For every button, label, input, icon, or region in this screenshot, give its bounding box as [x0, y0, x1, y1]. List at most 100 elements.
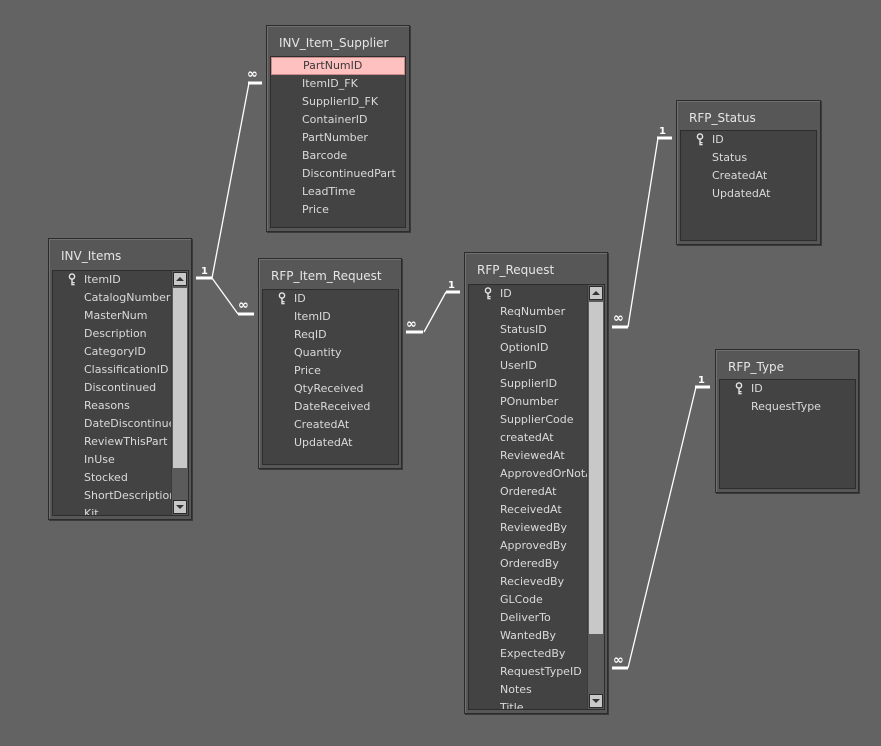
field-item-primary-key[interactable]: ItemID [53, 271, 172, 289]
scroll-up-button[interactable] [589, 286, 603, 300]
field-item[interactable]: StatusID [469, 321, 588, 339]
field-item[interactable]: ReviewedBy [469, 519, 588, 537]
field-list[interactable]: ItemID CatalogNumber MasterNum Descripti… [52, 270, 189, 516]
field-item[interactable]: ContainerID [271, 111, 405, 129]
field-item[interactable]: Title [469, 699, 588, 709]
field-item[interactable]: OptionID [469, 339, 588, 357]
field-list[interactable]: ID Status CreatedAt UpdatedAt [680, 130, 817, 241]
field-item[interactable]: UpdatedAt [263, 434, 398, 452]
table-rfp-status[interactable]: RFP_Status ID Status CreatedAt UpdatedAt [676, 100, 821, 245]
table-title[interactable]: RFP_Type [728, 360, 784, 374]
field-item-primary-key[interactable]: ID [263, 290, 398, 308]
field-item[interactable]: ApprovedOrNotAt [469, 465, 588, 483]
field-item[interactable]: Discontinued [53, 379, 172, 397]
scroll-up-button[interactable] [173, 272, 187, 286]
field-item[interactable]: POnumber [469, 393, 588, 411]
arrow-up-icon [176, 277, 184, 281]
field-item[interactable]: ClassificationID [53, 361, 172, 379]
field-item[interactable]: Stocked [53, 469, 172, 487]
field-item[interactable]: Barcode [271, 147, 405, 165]
field-item[interactable]: DateDiscontinue [53, 415, 172, 433]
field-item[interactable]: WantedBy [469, 627, 588, 645]
table-title[interactable]: RFP_Request [477, 263, 554, 277]
field-item[interactable]: RequestType [720, 398, 855, 416]
field-item[interactable]: CategoryID [53, 343, 172, 361]
field-item[interactable]: QtyReceived [263, 380, 398, 398]
field-item[interactable]: Kit [53, 505, 172, 515]
field-item[interactable]: CreatedAt [263, 416, 398, 434]
cardinality-many: ∞ [247, 67, 258, 82]
scrollbar-thumb[interactable] [173, 288, 187, 468]
field-item[interactable]: Reasons [53, 397, 172, 415]
field-item[interactable]: ReceivedAt [469, 501, 588, 519]
arrow-down-icon [176, 505, 184, 509]
field-item[interactable]: Price [271, 201, 405, 219]
scroll-down-button[interactable] [589, 694, 603, 708]
field-item[interactable]: DiscontinuedPart [271, 165, 405, 183]
field-item[interactable]: ReqNumber [469, 303, 588, 321]
field-item[interactable]: DeliverTo [469, 609, 588, 627]
field-item[interactable]: ExpectedBy [469, 645, 588, 663]
field-item-primary-key[interactable]: ID [469, 285, 588, 303]
field-item[interactable]: MasterNum [53, 307, 172, 325]
primary-key-icon [484, 287, 492, 300]
rel-line-items-supplier [211, 82, 250, 279]
field-item[interactable]: Description [53, 325, 172, 343]
field-item[interactable]: CreatedAt [681, 167, 816, 185]
field-item[interactable]: SupplierID_FK [271, 93, 405, 111]
field-list[interactable]: ID RequestType [719, 379, 856, 489]
cardinality-many: ∞ [406, 317, 417, 332]
table-rfp-item-request[interactable]: RFP_Item_Request ID ItemID ReqID Quantit… [258, 258, 402, 469]
field-item[interactable]: PartNumber [271, 129, 405, 147]
field-item[interactable]: Status [681, 149, 816, 167]
field-item[interactable]: LeadTime [271, 183, 405, 201]
field-item[interactable]: UpdatedAt [681, 185, 816, 203]
field-item[interactable]: GLCode [469, 591, 588, 609]
vertical-scrollbar[interactable] [587, 285, 604, 709]
rel-line-request-itemrequest [423, 291, 447, 333]
arrow-up-icon [592, 291, 600, 295]
vertical-scrollbar[interactable] [171, 271, 188, 515]
field-item[interactable]: ApprovedBy [469, 537, 588, 555]
table-inv-item-supplier[interactable]: INV_Item_Supplier PartNumID ItemID_FK Su… [266, 25, 410, 232]
field-item[interactable]: OrderedBy [469, 555, 588, 573]
scroll-down-button[interactable] [173, 500, 187, 514]
field-item[interactable]: ReqID [263, 326, 398, 344]
field-list[interactable]: PartNumID ItemID_FK SupplierID_FK Contai… [270, 56, 406, 228]
field-item[interactable]: ReviewThisPart [53, 433, 172, 451]
field-item[interactable]: ShortDescription [53, 487, 172, 505]
field-item[interactable]: Notes [469, 681, 588, 699]
field-item[interactable]: Quantity [263, 344, 398, 362]
field-item[interactable]: createdAt [469, 429, 588, 447]
table-title[interactable]: RFP_Status [689, 111, 756, 125]
table-inv-items[interactable]: INV_Items ItemID CatalogNumber MasterNum… [48, 238, 192, 520]
table-title[interactable]: INV_Item_Supplier [279, 36, 388, 50]
arrow-down-icon [592, 699, 600, 703]
field-item-primary-key[interactable]: ID [720, 380, 855, 398]
field-item[interactable]: ItemID [263, 308, 398, 326]
field-list[interactable]: ID ReqNumber StatusID OptionID UserID Su… [468, 284, 605, 710]
field-item[interactable]: PartNumID [271, 57, 405, 75]
table-rfp-request[interactable]: RFP_Request ID ReqNumber StatusID Option… [464, 252, 608, 714]
table-title[interactable]: RFP_Item_Request [271, 269, 382, 283]
cardinality-many: ∞ [613, 311, 624, 326]
field-item[interactable]: ItemID_FK [271, 75, 405, 93]
field-item[interactable]: SupplierID [469, 375, 588, 393]
field-item[interactable]: RequestTypeID [469, 663, 588, 681]
field-item[interactable]: ReviewedAt [469, 447, 588, 465]
field-item[interactable]: UserID [469, 357, 588, 375]
table-title[interactable]: INV_Items [61, 249, 121, 263]
field-list[interactable]: ID ItemID ReqID Quantity Price QtyReceiv… [262, 289, 399, 465]
field-item[interactable]: Price [263, 362, 398, 380]
field-item[interactable]: OrderedAt [469, 483, 588, 501]
field-item-primary-key[interactable]: ID [681, 131, 816, 149]
field-item[interactable]: DateReceived [263, 398, 398, 416]
primary-key-icon [278, 292, 286, 305]
field-item[interactable]: SupplierCode [469, 411, 588, 429]
table-rfp-type[interactable]: RFP_Type ID RequestType [715, 349, 859, 493]
field-label: ID [712, 133, 724, 146]
field-item[interactable]: RecievedBy [469, 573, 588, 591]
field-item[interactable]: CatalogNumber [53, 289, 172, 307]
scrollbar-thumb[interactable] [589, 302, 603, 634]
field-item[interactable]: InUse [53, 451, 172, 469]
